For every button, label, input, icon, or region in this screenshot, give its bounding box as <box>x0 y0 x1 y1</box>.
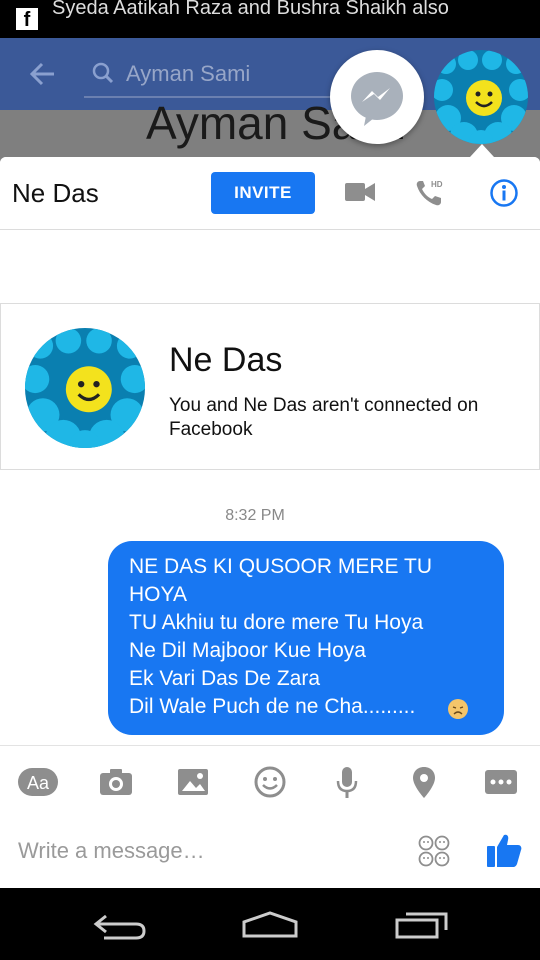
smiley-balls-avatar <box>434 50 528 144</box>
chat-header: Ne Das INVITE HD <box>0 157 540 230</box>
messenger-icon <box>351 72 403 126</box>
notification-text: Syeda Aatikah Raza and Bushra Shaikh als… <box>52 0 449 19</box>
chat-panel: Ne Das INVITE HD Ne Das You and Ne Das a… <box>0 157 540 888</box>
composer-toolbar: Aa <box>0 745 540 816</box>
back-nav-icon[interactable] <box>92 910 148 942</box>
home-nav-icon[interactable] <box>240 910 300 940</box>
message-input[interactable]: Write a message… <box>18 837 205 865</box>
disappointed-face-emoji <box>448 699 468 719</box>
contact-avatar-chat-head[interactable] <box>434 50 528 144</box>
navigation-bar <box>0 888 540 960</box>
invite-button[interactable]: INVITE <box>211 172 315 214</box>
contact-avatar[interactable] <box>25 328 145 448</box>
gallery-icon[interactable] <box>175 764 215 800</box>
back-arrow-icon[interactable] <box>28 60 56 88</box>
facebook-icon: f <box>16 8 38 31</box>
outgoing-message-bubble[interactable]: NE DAS KI QUSOOR MERE TU HOYA TU Akhiu t… <box>108 541 504 735</box>
info-icon[interactable] <box>489 178 519 208</box>
search-input[interactable]: Ayman Sami <box>126 60 250 88</box>
notification-text-line2: ...... ...... .. <box>180 25 269 38</box>
like-button[interactable] <box>486 831 522 869</box>
sticker-icon[interactable] <box>418 835 450 867</box>
video-camera-icon[interactable] <box>344 179 376 205</box>
smiley-balls-avatar <box>25 328 145 448</box>
header-spacer <box>0 230 540 304</box>
message-text: NE DAS KI QUSOOR MERE TU HOYA TU Akhiu t… <box>129 555 432 718</box>
chat-head-pointer <box>470 144 494 157</box>
location-icon[interactable] <box>406 764 446 800</box>
emoji-icon[interactable] <box>252 764 292 800</box>
svg-text:HD: HD <box>431 180 443 189</box>
profile-card: Ne Das You and Ne Das aren't connected o… <box>0 303 540 470</box>
text-style-icon[interactable]: Aa <box>18 764 58 800</box>
hd-phone-icon[interactable]: HD <box>414 177 450 209</box>
microphone-icon[interactable] <box>329 764 369 800</box>
profile-card-name: Ne Das <box>169 341 283 379</box>
recent-apps-nav-icon[interactable] <box>394 910 450 940</box>
profile-card-description: You and Ne Das aren't connected on Faceb… <box>169 395 479 440</box>
search-icon <box>92 62 114 84</box>
status-bar: f Syeda Aatikah Raza and Bushra Shaikh a… <box>0 0 540 38</box>
message-timestamp: 8:32 PM <box>225 507 285 524</box>
contact-name[interactable]: Ne Das <box>12 177 99 209</box>
camera-icon[interactable] <box>98 764 138 800</box>
more-icon[interactable] <box>483 764 523 800</box>
svg-text:Aa: Aa <box>27 773 50 793</box>
message-composer: Write a message… <box>0 815 540 888</box>
messenger-chat-head[interactable] <box>330 50 424 144</box>
